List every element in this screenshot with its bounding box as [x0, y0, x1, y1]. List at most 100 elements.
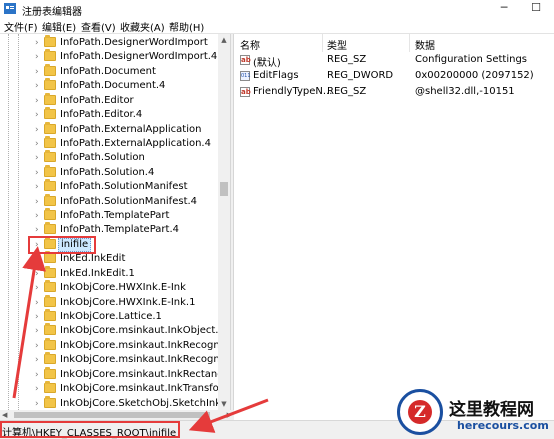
tree-item[interactable]: › InfoPath.ExternalApplication.4	[0, 135, 218, 151]
tree-item[interactable]: › InkObjCore.msinkaut.InkRecognizerG	[0, 337, 218, 353]
column-header-type[interactable]: 类型	[327, 37, 347, 52]
menu-help[interactable]: 帮助(H)	[169, 19, 204, 34]
values-list[interactable]: 名称 类型 数据 ab (默认) REG_SZ Configuration Se…	[234, 34, 554, 410]
minimize-button[interactable]: ─	[488, 0, 520, 18]
tree-item[interactable]: › InkObjCore.msinkaut.InkRecognizers.	[0, 352, 218, 367]
tree-item-label: InkObjCore.HWXInk.E-Ink	[60, 282, 186, 294]
tree-item-label: InfoPath.DesignerWordImport.4	[60, 51, 218, 63]
scroll-up-arrow-icon[interactable]: ▲	[218, 36, 230, 44]
tree-item[interactable]: › InkEd.InkEdit	[0, 251, 218, 266]
expand-chevron-icon[interactable]: ›	[35, 353, 39, 367]
expand-chevron-icon[interactable]: ›	[35, 252, 39, 266]
column-separator[interactable]	[409, 34, 410, 52]
tree-item-label: InkObjCore.HWXInk.E-Ink.1	[60, 296, 196, 308]
folder-icon	[44, 78, 56, 91]
expand-chevron-icon[interactable]: ›	[35, 324, 39, 338]
column-header-data[interactable]: 数据	[415, 37, 435, 52]
tree-item[interactable]: › InkObjCore.msinkaut.InkTransform.1	[0, 381, 218, 396]
folder-icon	[44, 35, 56, 47]
folder-icon	[44, 337, 56, 350]
tree-item[interactable]: › InkEd.InkEdit.1	[0, 265, 218, 281]
expand-chevron-icon[interactable]: ›	[35, 180, 39, 194]
expand-chevron-icon[interactable]: ›	[35, 137, 39, 151]
string-value-icon: ab	[240, 87, 251, 97]
tree-item[interactable]: › InkObjCore.msinkaut.InkRectangle.1	[0, 366, 218, 382]
watermark-title: 这里教程网	[449, 400, 534, 420]
value-row[interactable]: 011 EditFlags REG_DWORD 0x00200000 (2097…	[234, 68, 554, 84]
expand-chevron-icon[interactable]: ›	[35, 339, 39, 353]
folder-icon	[44, 121, 56, 134]
tree-item[interactable]: › InfoPath.Document	[0, 63, 218, 79]
scroll-right-arrow-icon[interactable]: ▶	[227, 410, 232, 420]
expand-chevron-icon[interactable]: ›	[35, 382, 39, 396]
expand-chevron-icon[interactable]: ›	[35, 65, 39, 79]
column-separator[interactable]	[322, 34, 323, 52]
expand-chevron-icon[interactable]: ›	[35, 151, 39, 165]
tree-horizontal-scrollbar[interactable]: ◀ ▶	[0, 410, 234, 420]
registry-tree[interactable]: › InfoPath.DesignerWordImport › InfoPath.De…	[0, 34, 218, 410]
folder-icon	[44, 164, 56, 177]
folder-icon	[44, 135, 56, 148]
folder-icon	[44, 150, 56, 163]
watermark-subtitle: herecours.com	[457, 419, 549, 432]
tree-item[interactable]: › InfoPath.Editor.4	[0, 107, 218, 122]
expand-chevron-icon[interactable]: ›	[35, 267, 39, 281]
expand-chevron-icon[interactable]: ›	[35, 36, 39, 50]
value-data: 0x00200000 (2097152)	[415, 70, 534, 81]
expand-chevron-icon[interactable]: ›	[35, 123, 39, 137]
menu-favorites[interactable]: 收藏夹(A)	[120, 19, 165, 34]
menu-edit[interactable]: 编辑(E)	[42, 19, 76, 34]
tree-item[interactable]: › InfoPath.Solution	[0, 150, 218, 165]
expand-chevron-icon[interactable]: ›	[35, 296, 39, 310]
watermark-logo: Z	[397, 389, 443, 435]
expand-chevron-icon[interactable]: ›	[35, 79, 39, 93]
folder-icon	[44, 92, 56, 105]
annotation-selected-key-box	[28, 236, 96, 254]
tree-item[interactable]: › InfoPath.Document.4	[0, 78, 218, 93]
expand-chevron-icon[interactable]: ›	[35, 108, 39, 122]
expand-chevron-icon[interactable]: ›	[35, 195, 39, 209]
tree-item[interactable]: › InfoPath.SolutionManifest	[0, 179, 218, 194]
horizontal-scroll-thumb[interactable]	[14, 412, 210, 418]
maximize-button[interactable]: ☐	[520, 0, 552, 18]
expand-chevron-icon[interactable]: ›	[35, 50, 39, 64]
tree-vertical-scrollbar[interactable]: ▲ ▼	[218, 34, 230, 410]
expand-chevron-icon[interactable]: ›	[35, 368, 39, 382]
tree-item[interactable]: › InkObjCore.Lattice.1	[0, 308, 218, 324]
binary-value-icon: 011	[240, 71, 251, 81]
expand-chevron-icon[interactable]: ›	[35, 166, 39, 180]
tree-item[interactable]: › InkObjCore.HWXInk.E-Ink.1	[0, 294, 218, 310]
tree-item[interactable]: › InfoPath.Editor	[0, 92, 218, 108]
expand-chevron-icon[interactable]: ›	[35, 94, 39, 108]
expand-chevron-icon[interactable]: ›	[35, 281, 39, 295]
tree-item-label: InfoPath.Document.4	[60, 80, 166, 92]
scroll-down-arrow-icon[interactable]: ▼	[218, 400, 230, 408]
scroll-left-arrow-icon[interactable]: ◀	[2, 410, 7, 420]
folder-icon	[44, 366, 56, 379]
menu-file[interactable]: 文件(F)	[4, 19, 38, 34]
menu-view[interactable]: 查看(V)	[81, 19, 116, 34]
tree-item[interactable]: › InfoPath.Solution.4	[0, 164, 218, 180]
tree-item[interactable]: › InfoPath.SolutionManifest.4	[0, 193, 218, 209]
value-type: REG_DWORD	[327, 70, 394, 81]
tree-item[interactable]: › InkObjCore.SketchObj.SketchInk	[0, 395, 218, 411]
tree-item[interactable]: › InfoPath.DesignerWordImport	[0, 35, 218, 50]
scroll-thumb[interactable]	[220, 182, 228, 196]
expand-chevron-icon[interactable]: ›	[35, 310, 39, 324]
string-value-icon: ab	[240, 55, 251, 65]
value-row[interactable]: ab (默认) REG_SZ Configuration Settings	[234, 52, 554, 69]
tree-item[interactable]: › InfoPath.ExternalApplication	[0, 121, 218, 137]
window-title: 注册表编辑器	[22, 7, 82, 18]
expand-chevron-icon[interactable]: ›	[35, 397, 39, 411]
tree-item-label: InkEd.InkEdit	[60, 253, 126, 265]
column-header-name[interactable]: 名称	[240, 37, 260, 52]
folder-icon	[44, 381, 56, 394]
expand-chevron-icon[interactable]: ›	[35, 209, 39, 223]
tree-item[interactable]: › InfoPath.TemplatePart	[0, 208, 218, 223]
menu-bar: 文件(F) 编辑(E) 查看(V) 收藏夹(A) 帮助(H)	[0, 18, 554, 34]
tree-item[interactable]: › InkObjCore.HWXInk.E-Ink	[0, 280, 218, 295]
tree-item[interactable]: › InfoPath.DesignerWordImport.4	[0, 49, 218, 64]
tree-item-label: InkObjCore.Lattice.1	[60, 310, 162, 322]
value-row[interactable]: ab FriendlyTypeN... REG_SZ @shell32.dll,…	[234, 84, 554, 100]
tree-item[interactable]: › InkObjCore.msinkaut.InkObject.1	[0, 323, 218, 338]
